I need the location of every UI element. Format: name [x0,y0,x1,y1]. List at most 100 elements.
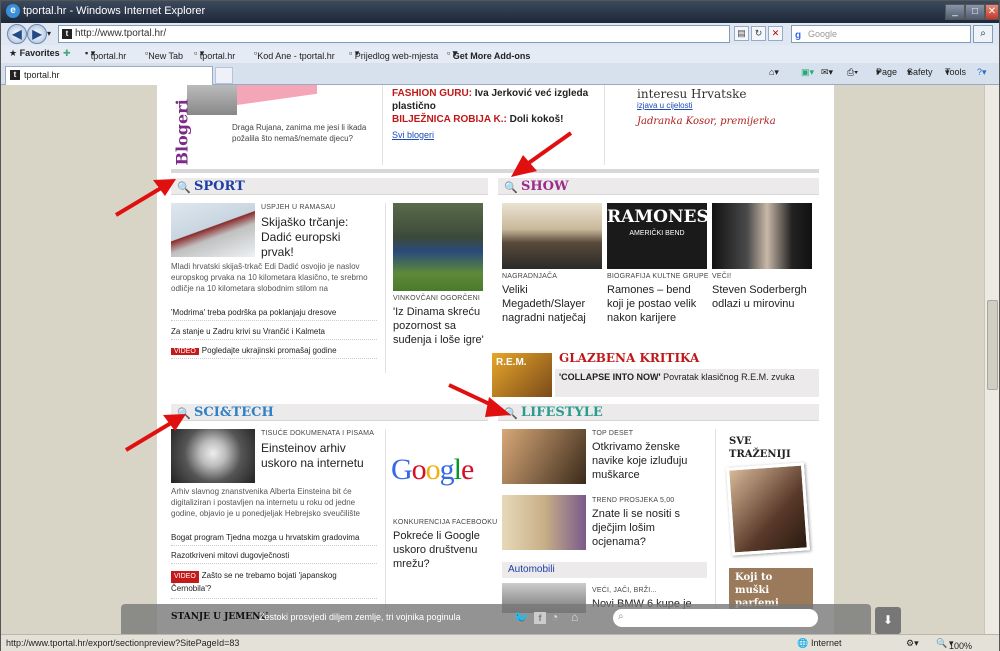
couple-photo[interactable] [502,429,586,484]
fav-item[interactable]: ▫ Kod Ane - tportal.hr [254,48,335,61]
blogeri-label[interactable]: Blogeri [173,96,192,165]
section-header-sport[interactable]: 🔍 SPORT [171,178,488,195]
article-link[interactable]: Za stanje u Zadru krivi su Vrančić i Kal… [171,327,377,340]
close-button[interactable]: ✕ [985,4,999,20]
article-headline[interactable]: Veliki Megadeth/Slayer nagradni natječaj [502,283,602,325]
mail-icon[interactable]: ✉▾ [821,67,833,78]
tab-label: tportal.hr [24,70,60,80]
compat-view-icon[interactable]: ▤ [734,26,749,41]
fav-item[interactable]: ▫ Get More Add-ons ▾ [447,48,530,61]
article-headline[interactable]: Skijaško trčanje: Dadić europski prvak! [261,215,371,260]
refresh-icon[interactable]: ↻ [751,26,766,41]
section-header-lifestyle[interactable]: 🔍 LIFESTYLE [498,404,819,421]
article-kicker: VEČI! [712,273,732,280]
skiing-photo[interactable] [171,203,255,257]
rem-album-cover[interactable]: R.E.M. [492,353,552,397]
scrollbar-thumb[interactable] [987,300,998,390]
svi-blogeri-link[interactable]: Svi blogeri [392,130,434,140]
section-header-scitech[interactable]: 🔍 SCI&TECH [171,404,488,421]
protected-mode-icon[interactable]: ⚙▾ [906,638,919,649]
home-icon[interactable]: ⌂▾ [769,67,779,78]
search-placeholder: Google [808,29,838,39]
safety-menu[interactable]: Safety ▾ [907,67,933,78]
article-kicker: KONKURENCIJA FACEBOOKU [393,519,498,526]
fashion-item[interactable]: FASHION GURU: Iva Jerković već izgleda p… [392,87,592,113]
ticker-text[interactable]: Žestoki prosvjedi diljem zemlje, tri voj… [259,612,461,622]
add-favorite-icon[interactable]: ✚ [63,48,71,59]
ticker-search-input[interactable]: ⌕ [613,609,818,627]
new-tab-button[interactable] [215,67,233,84]
section-title: SHOW [521,179,569,194]
fav-item[interactable]: ▫ tportal.hr ▾ [194,48,235,61]
tab-tportal[interactable]: t tportal.hr [5,66,213,85]
google-logo[interactable]: Google [391,453,474,487]
search-icon: ⌕ [618,611,624,622]
article-headline[interactable]: Otkrivamo ženske navike koje izluđuju mu… [592,440,707,482]
help-icon[interactable]: ?▾ [977,67,987,78]
maximize-button[interactable]: □ [965,4,985,20]
article-headline[interactable]: Ramones – bend koji je postao velik nako… [607,283,707,325]
feeds-icon[interactable]: ▣▾ [801,67,814,78]
fav-item[interactable]: ▪ tportal.hr ▾ [85,48,126,61]
facebook-icon[interactable]: f [534,612,546,624]
stop-icon[interactable]: ✕ [768,26,783,41]
back-icon[interactable]: ◀ [7,24,27,44]
football-photo[interactable] [393,203,483,291]
concert-photo[interactable] [502,203,602,269]
ramones-photo[interactable]: RAMONES AMERIČKI BEND [607,203,707,269]
article-headline[interactable]: 'Iz Dinama skreću pozornost sa suđenja i… [393,305,488,347]
rss-icon[interactable]: ◔ [551,610,558,624]
twitter-icon[interactable]: 🐦 [513,610,529,626]
automobili-tab[interactable]: Automobili [502,562,707,578]
kids-photo[interactable] [502,495,586,550]
print-icon[interactable]: ⎙▾ [847,67,858,78]
tools-menu[interactable]: Tools ▾ [945,67,966,78]
address-input[interactable]: t http://www.tportal.hr/ [58,25,730,43]
history-dropdown-icon[interactable]: ▾ [47,29,51,38]
biljeznica-item[interactable]: BILJEŽNICA ROBIJA K.: Doli kokoš! [392,114,592,125]
window-title: tportal.hr - Windows Internet Explorer [23,5,206,17]
article-kicker: VEĆI, JAČI, BRŽI... [592,587,657,594]
einstein-photo[interactable] [171,429,255,483]
kritika-title[interactable]: GLAZBENA KRITIKA [559,351,699,365]
divider [385,203,386,373]
video-link[interactable]: VIDEO Zašto se ne trebamo bojati 'japansk… [171,570,377,599]
video-link[interactable]: VIDEO Pogledajte ukrajinski promašaj godi… [171,346,377,359]
divider [382,85,383,165]
article-headline[interactable]: Einsteinov arhiv uskoro na internetu [261,441,371,471]
section-header-show[interactable]: 🔍 SHOW [498,178,819,195]
search-go-icon[interactable]: ⌕ [973,25,993,43]
page-menu[interactable]: Page ▾ [876,67,897,78]
address-bar-row: ◀ ▶ ▾ t http://www.tportal.hr/ ▤ ↻ ✕ g G… [1,23,999,45]
search-input[interactable]: g Google [791,25,971,43]
vertical-scrollbar[interactable] [984,85,999,634]
article-headline[interactable]: Pokreće li Google uskoro društvenu mrežu… [393,529,488,571]
video-badge: VIDEO [171,571,199,583]
article-kicker: VINKOVČANI OGORČENI [393,295,481,302]
minimize-button[interactable]: _ [945,4,965,20]
search-icon: 🔍 [177,407,191,420]
blog-teaser[interactable]: Draga Rujana, zanima me jesi li ikada po… [232,122,382,144]
scroll-down-button[interactable]: ⬇ [875,607,901,634]
article-teaser: Arhiv slavnog znanstvenika Alberta Einst… [171,487,361,518]
search-icon: 🔍 [177,181,191,194]
site-favicon-icon: t [62,29,72,39]
zoom-icon[interactable]: 🔍 [936,638,947,649]
quote-link[interactable]: izjava u cijelosti [637,101,693,110]
forward-icon[interactable]: ▶ [27,24,47,44]
search-icon: 🔍 [504,181,518,194]
home-icon[interactable]: ⌂ [571,610,578,624]
article-headline[interactable]: Znate li se nositi s dječjim lošim ocjen… [592,507,707,549]
article-link[interactable]: Razotkriveni mitovi dugovječnosti [171,551,377,564]
fav-item[interactable]: ▫ Prijedlog web-mjesta ▾ [349,48,438,61]
fav-item[interactable]: ▫ New Tab [145,48,183,61]
parfem-photo[interactable] [726,462,810,556]
kritika-teaser[interactable]: 'COLLAPSE INTO NOW' Povratak klasičnog R… [555,369,819,397]
article-headline[interactable]: Steven Soderbergh odlazi u mirovinu [712,283,817,311]
article-link[interactable]: 'Modrima' treba podrška pa poklanjaju dr… [171,308,377,321]
favorites-button[interactable]: ★ Favorites [9,48,60,59]
blogger-photo [187,85,237,115]
article-link[interactable]: Bogat program Tjedna mozga u hrvatskim g… [171,533,377,546]
zoom-level[interactable]: 100% ▾ [949,638,972,651]
soderbergh-photo[interactable] [712,203,812,269]
